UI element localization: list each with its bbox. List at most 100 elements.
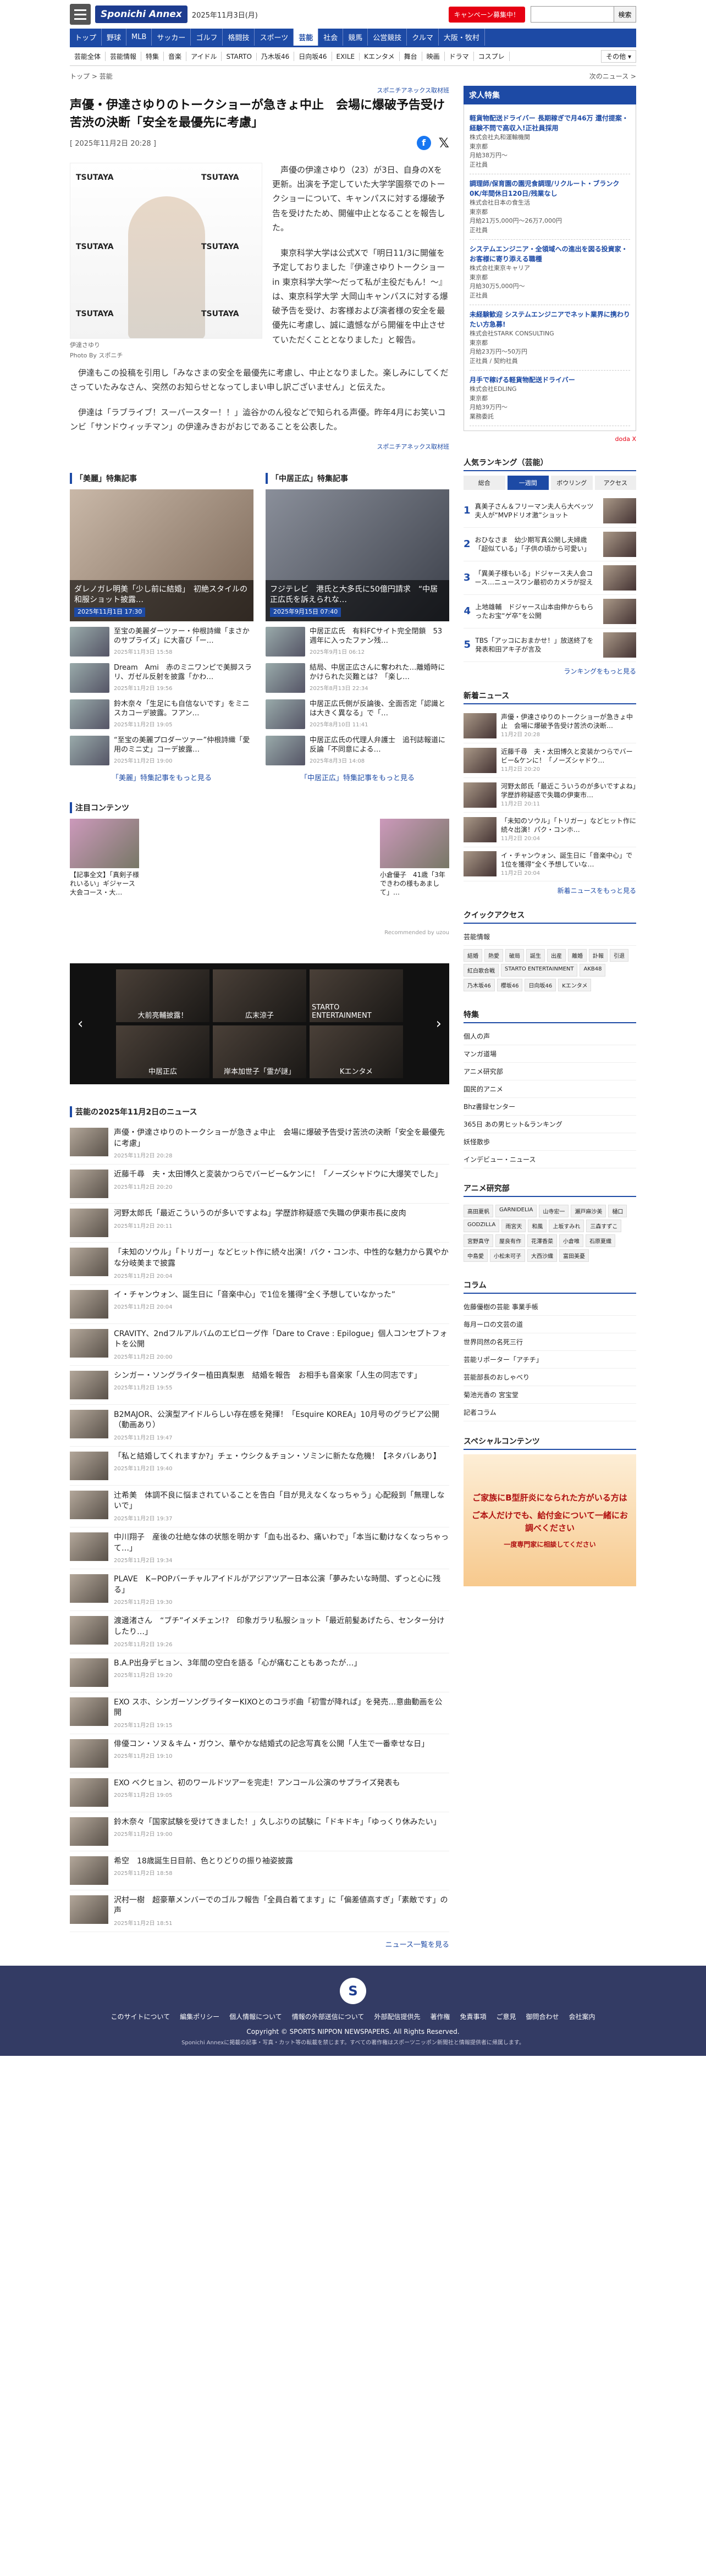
anime-tag[interactable]: 石原夏織 — [586, 1234, 615, 1248]
news-list-item[interactable]: 辻希美 体調不良に悩まされていることを告白「目が見えなくなっちゃう」心配殺到「無… — [70, 1486, 449, 1528]
newest-item[interactable]: イ・チャンウォン、誕生日に「音楽中心」で1位を獲得“全く予想していな… 11月2日… — [464, 847, 636, 882]
footer-link[interactable]: 情報の外部送信について — [292, 2012, 365, 2021]
news-list-item[interactable]: 希空 18歳誕生日目前、色とりどりの振り袖姿披露 2025年11月2日 18:58 — [70, 1851, 449, 1890]
gnav-item[interactable]: サッカー — [152, 29, 191, 46]
carousel-next-icon[interactable]: › — [436, 1016, 442, 1032]
footer-link[interactable]: 会社案内 — [569, 2012, 595, 2021]
ad-banner[interactable]: ご家族にB型肝炎になられた方がいる方は ご本人だけでも、給付金について一緒にお調… — [464, 1454, 636, 1587]
column-item[interactable]: 毎月ーロの文芸の道 — [464, 1316, 636, 1334]
news-list-item[interactable]: シンガー・ソングライター植田真梨恵 結婚を報告 お相手も音楽家「人生の同志です」… — [70, 1366, 449, 1405]
ranking-item[interactable]: 2 おひなさま 幼少期写真公開し夫婦歳「超似ている」「子供の頃から可愛い」 — [464, 528, 636, 561]
quick-access-sub[interactable]: 芸能情報 — [464, 928, 636, 946]
footer-link[interactable]: 編集ポリシー — [180, 2012, 219, 2021]
anime-tag[interactable]: 屋良有作 — [495, 1234, 525, 1248]
site-logo[interactable]: Sponichi Annex — [95, 5, 187, 23]
special-item[interactable]: インデビュー・ニュース — [464, 1151, 636, 1169]
quick-tag[interactable]: 訃報 — [589, 949, 608, 962]
quick-tag[interactable]: STARTO ENTERTAINMENT — [501, 964, 578, 977]
ranking-item[interactable]: 1 真美子さん＆フリーマン夫人ら大ベッツ夫人が“MVPドリオ激”ショット — [464, 494, 636, 528]
job-item[interactable]: 軽貨物配送ドライバー 長期稼ぎで月46万 還付提案・経験不問で高収入!正社員採用… — [470, 109, 630, 174]
carousel-item[interactable]: 大前亮輔披露！ — [116, 969, 209, 1023]
article-photo-image[interactable]: TSUTAYA TSUTAYA TSUTAYA TSUTAYA TSUTAYA … — [70, 162, 262, 339]
job-item[interactable]: 調理師/保育園の園児食調理/リクルート・ブランク0K/年間休日120日/残業なし… — [470, 174, 630, 240]
menu-icon[interactable] — [70, 4, 91, 25]
feature-item[interactable]: 中居正広氏 有料FCサイト完全閉鎖 53週年に入ったファン残… 2025年9月1日… — [266, 626, 449, 657]
subnav-item[interactable]: 舞台 — [400, 52, 422, 61]
feature-item[interactable]: 至宝の美麗ダーツァー・仲根詩織「まさかのサプライズ」に大喜び「ー… 2025年11… — [70, 626, 253, 657]
x-share-icon[interactable]: 𝕏 — [439, 135, 449, 151]
special-item[interactable]: 個人の声 — [464, 1028, 636, 1046]
feature-more-link[interactable]: 「中居正広」特集記事をもっと見る — [266, 772, 449, 782]
anime-tag[interactable]: 中島愛 — [464, 1249, 488, 1262]
quick-tag[interactable]: 出産 — [547, 949, 566, 962]
breadcrumb-home[interactable]: トップ — [70, 73, 90, 80]
next-news-link[interactable]: 次のニュース > — [589, 71, 636, 81]
subnav-item[interactable]: コスプレ — [474, 52, 510, 61]
quick-tag[interactable]: AKB48 — [580, 964, 606, 977]
anime-tag[interactable]: 山寺宏一 — [539, 1205, 569, 1218]
subnav-item[interactable]: 日向坂46 — [294, 52, 332, 61]
ranking-tab[interactable]: 一週間 — [507, 476, 549, 490]
newest-item[interactable]: 声優・伊達さゆりのトークショーが急きょ中止 会場に爆破予告受け苦渋の決断… 11月… — [464, 709, 636, 743]
news-list-item[interactable]: B.A.P出身デヒョン、3年間の空白を語る「心が痛むこともあったが…」 2025年… — [70, 1653, 449, 1692]
subnav-item[interactable]: STARTO — [222, 52, 257, 60]
gnav-item[interactable]: トップ — [70, 29, 102, 46]
quick-tag[interactable]: 櫻坂46 — [497, 979, 523, 992]
footer-link[interactable]: 御問合わせ — [526, 2012, 559, 2021]
anime-tag[interactable]: 花澤香菜 — [527, 1234, 557, 1248]
quick-tag[interactable]: 紅白歌合戦 — [464, 964, 499, 977]
special-item[interactable]: アニメ研究部 — [464, 1063, 636, 1081]
anime-tag[interactable]: 和風 — [528, 1220, 547, 1233]
footer-logo[interactable]: S — [340, 1978, 366, 2004]
subnav-item[interactable]: 芸能全体 — [70, 52, 106, 61]
feature-top-story[interactable]: ダレノガレ明美「少し前に結婚」 初絶スタイルの和服ショット披露… 2025年11月… — [70, 489, 253, 621]
feature-item[interactable]: “至宝の美麗プロダーツァー”仲根詩織「愛用のミニ丈」コーデ披露… 2025年11月… — [70, 735, 253, 765]
feature-item[interactable]: Dream Ami 赤のミニワンピで美脚スラリ、ガゼル反射を披露「かわ… 2025… — [70, 663, 253, 693]
subnav-item[interactable]: 映画 — [422, 52, 445, 61]
feature-item[interactable]: 結局、中居正広さんに奪われた…離婚時にかけられた災難とは？「楽し… 2025年8月… — [266, 663, 449, 693]
news-list-item[interactable]: EXO スホ、シンガーソングライターKIXOとのコラボ曲「初雪が降れば」を発売…… — [70, 1692, 449, 1734]
quick-tag[interactable]: 乃木坂46 — [464, 979, 495, 992]
carousel-item[interactable]: 広末涼子 — [213, 969, 306, 1023]
subnav-item[interactable]: ドラマ — [445, 52, 474, 61]
newest-more-link[interactable]: 新着ニュースをもっと見る — [464, 886, 636, 895]
ranking-tab[interactable]: アクセス — [594, 476, 636, 490]
news-list-item[interactable]: 沢村一樹 超豪華メンバーでのゴルフ報告「全員白着てます」に「偏差値高すぎ」「素敵… — [70, 1890, 449, 1932]
news-list-item[interactable]: EXO ベクヒョン、初のワールドツアーを完走！アンコール公演のサプライズ発表も 2… — [70, 1773, 449, 1812]
anime-tag[interactable]: 瀬戸麻沙美 — [571, 1205, 606, 1218]
news-list-item[interactable]: B2MAJOR、公演型アイドルらしい存在感を発揮！「Esquire KOREA」… — [70, 1405, 449, 1447]
subnav-more-button[interactable]: その他 ▾ — [601, 50, 636, 63]
quick-tag[interactable]: 引退 — [610, 949, 628, 962]
quick-tag[interactable]: 結婚 — [464, 949, 482, 962]
gnav-item[interactable]: MLB — [126, 29, 152, 46]
anime-tag[interactable]: GARNIDELIA — [495, 1205, 537, 1218]
gnav-item[interactable]: 格闘技 — [223, 29, 255, 46]
footer-link[interactable]: 外部配信提供先 — [374, 2012, 420, 2021]
newslist-more-link[interactable]: ニュース一覧を見る — [70, 1939, 449, 1949]
anime-tag[interactable]: 樋口 — [608, 1205, 627, 1218]
ranking-item[interactable]: 5 TBS「アッコにおまかせ！」放送終了を発表和田アキ子が言及 — [464, 628, 636, 662]
ranking-item[interactable]: 3 「異美子様もいる」ドジャース夫人会コース…ニュースワン最初のカメラが捉え — [464, 561, 636, 595]
gnav-item[interactable]: 大阪・牧村 — [439, 29, 485, 46]
special-item[interactable]: Bhz書録センター — [464, 1098, 636, 1116]
news-list-item[interactable]: 「私と結婚してくれますか?」チェ・ウシク＆チョン・ソミンに新たな危機！【ネタバレ… — [70, 1447, 449, 1486]
column-item[interactable]: 菊池光香の 宮宝堂 — [464, 1386, 636, 1404]
job-item[interactable]: システムエンジニア・全領域への進出を図る投資家・お客様に寄り添える職種 株式会社東… — [470, 240, 630, 305]
feature-item[interactable]: 中居正広氏の代理人弁護士 追刊誌報道に反論「不同意による… 2025年8月3日 1… — [266, 735, 449, 765]
news-list-item[interactable]: 俳優コン・ソヌ＆キム・ガウン、華やかな結婚式の記念写真を公開「人生で一番幸せな日… — [70, 1734, 449, 1773]
column-item[interactable]: 佐藤優樹の芸能 事業手帳 — [464, 1298, 636, 1316]
special-item[interactable]: マンガ道場 — [464, 1045, 636, 1063]
quick-tag[interactable]: Kエンタメ — [558, 979, 592, 992]
footer-link[interactable]: このサイトについて — [111, 2012, 170, 2021]
feature-top-story[interactable]: フジテレビ 港氏と大多氏に50億円請求 “中居正広氏を訴えられな… 2025年9月… — [266, 489, 449, 621]
carousel-item[interactable]: Kエンタメ — [310, 1025, 403, 1079]
quick-tag[interactable]: 日向坂46 — [525, 979, 556, 992]
anime-tag[interactable]: 富田美憂 — [559, 1249, 589, 1262]
quick-tag[interactable]: 離婚 — [568, 949, 587, 962]
news-list-item[interactable]: 中川翔子 産後の壮絶な体の状態を明かす「血も出るわ、痛いわで」「本当に動けなくな… — [70, 1527, 449, 1570]
ranking-tab[interactable]: 総合 — [464, 476, 505, 490]
facebook-share-icon[interactable]: f — [416, 135, 431, 150]
anime-tag[interactable]: 上坂すみれ — [549, 1220, 584, 1233]
footer-link[interactable]: 免責事項 — [460, 2012, 486, 2021]
anime-tag[interactable]: 大西沙織 — [527, 1249, 557, 1262]
